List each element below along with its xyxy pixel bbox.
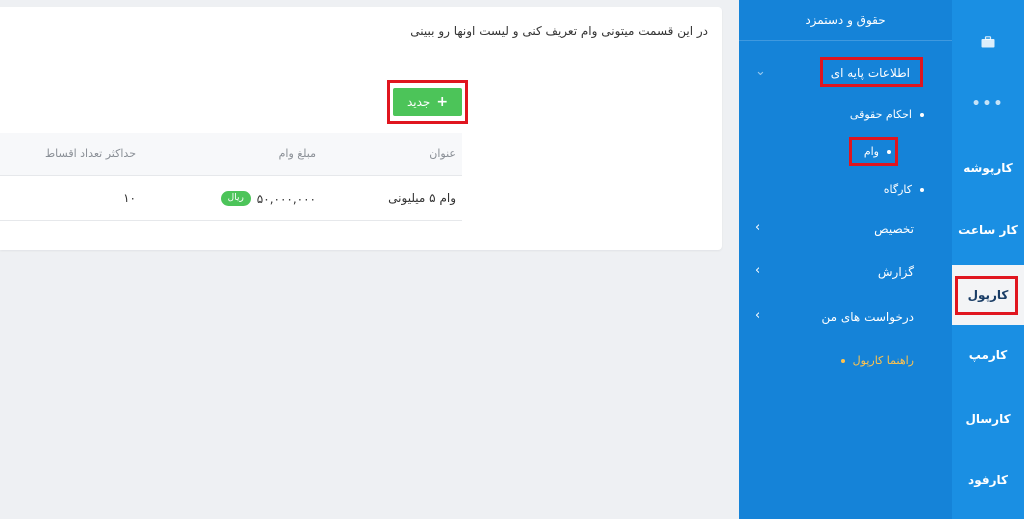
- table-row[interactable]: وام ۵ میلیونی ۵۰,۰۰۰,۰۰۰ ریال ۱۰: [0, 176, 462, 221]
- header-amount: مبلغ وام: [278, 147, 316, 160]
- highlight-box-new-button: [387, 80, 468, 124]
- rail-item-karfood[interactable]: کارفود: [952, 450, 1024, 510]
- subitem-label: احکام حقوقی: [849, 108, 912, 121]
- cell-amount: ۵۰,۰۰۰,۰۰۰ ریال: [220, 191, 316, 206]
- bullet-icon: [920, 187, 924, 192]
- sidebar-item-my-requests[interactable]: درخواست های من: [822, 310, 915, 324]
- sidebar-header: حقوق و دستمزد: [739, 0, 952, 41]
- chevron-down-icon[interactable]: ⌄: [755, 64, 766, 79]
- sidebar-item-allocation[interactable]: تخصیص: [874, 222, 914, 236]
- bullet-icon: [840, 358, 845, 363]
- loan-card: در این قسمت میتونی وام تعریف کنی و لیست …: [0, 7, 722, 250]
- subitem-label: کارگاه: [883, 183, 912, 196]
- intro-text: در این قسمت میتونی وام تعریف کنی و لیست …: [410, 24, 708, 38]
- bullet-icon: [920, 112, 924, 117]
- highlight-box-loan: [849, 137, 898, 166]
- table-header: عنوان مبلغ وام حداکثر تعداد اقساط: [0, 133, 462, 176]
- rail-item-karsal[interactable]: کارسال: [952, 389, 1024, 449]
- rail-item-karsaat[interactable]: کار ساعت: [952, 200, 1024, 260]
- sidebar-subitem-workshop[interactable]: کارگاه: [884, 183, 924, 196]
- chevron-right-icon[interactable]: ›: [755, 263, 760, 278]
- header-title: عنوان: [429, 147, 456, 160]
- highlight-box-basic-info: [820, 57, 923, 87]
- primary-rail: ••• کارپوشه کار ساعت کارپول کارمپ کارسال…: [952, 0, 1024, 519]
- highlight-box-karpool: [955, 276, 1018, 315]
- guide-label: راهنما کارپول: [852, 354, 914, 367]
- amount-value: ۵۰,۰۰۰,۰۰۰: [256, 191, 316, 206]
- currency-badge: ریال: [220, 191, 251, 206]
- briefcase-icon[interactable]: [952, 12, 1024, 72]
- cell-title: وام ۵ میلیونی: [388, 191, 456, 205]
- sidebar-subitem-salary-rulings[interactable]: احکام حقوقی: [850, 108, 924, 121]
- sidebar-guide-link[interactable]: راهنما کارپول: [840, 354, 914, 367]
- cell-max-installments: ۱۰: [123, 191, 136, 205]
- sidebar-item-report[interactable]: گزارش: [878, 265, 914, 279]
- chevron-right-icon[interactable]: ›: [755, 220, 760, 235]
- rail-item-karamp[interactable]: کارمپ: [952, 325, 1024, 385]
- header-max-installments: حداکثر تعداد اقساط: [45, 147, 136, 160]
- rail-item-karpooshe[interactable]: کارپوشه: [952, 138, 1024, 198]
- chevron-right-icon[interactable]: ›: [755, 308, 760, 323]
- more-dots-icon[interactable]: •••: [952, 74, 1024, 134]
